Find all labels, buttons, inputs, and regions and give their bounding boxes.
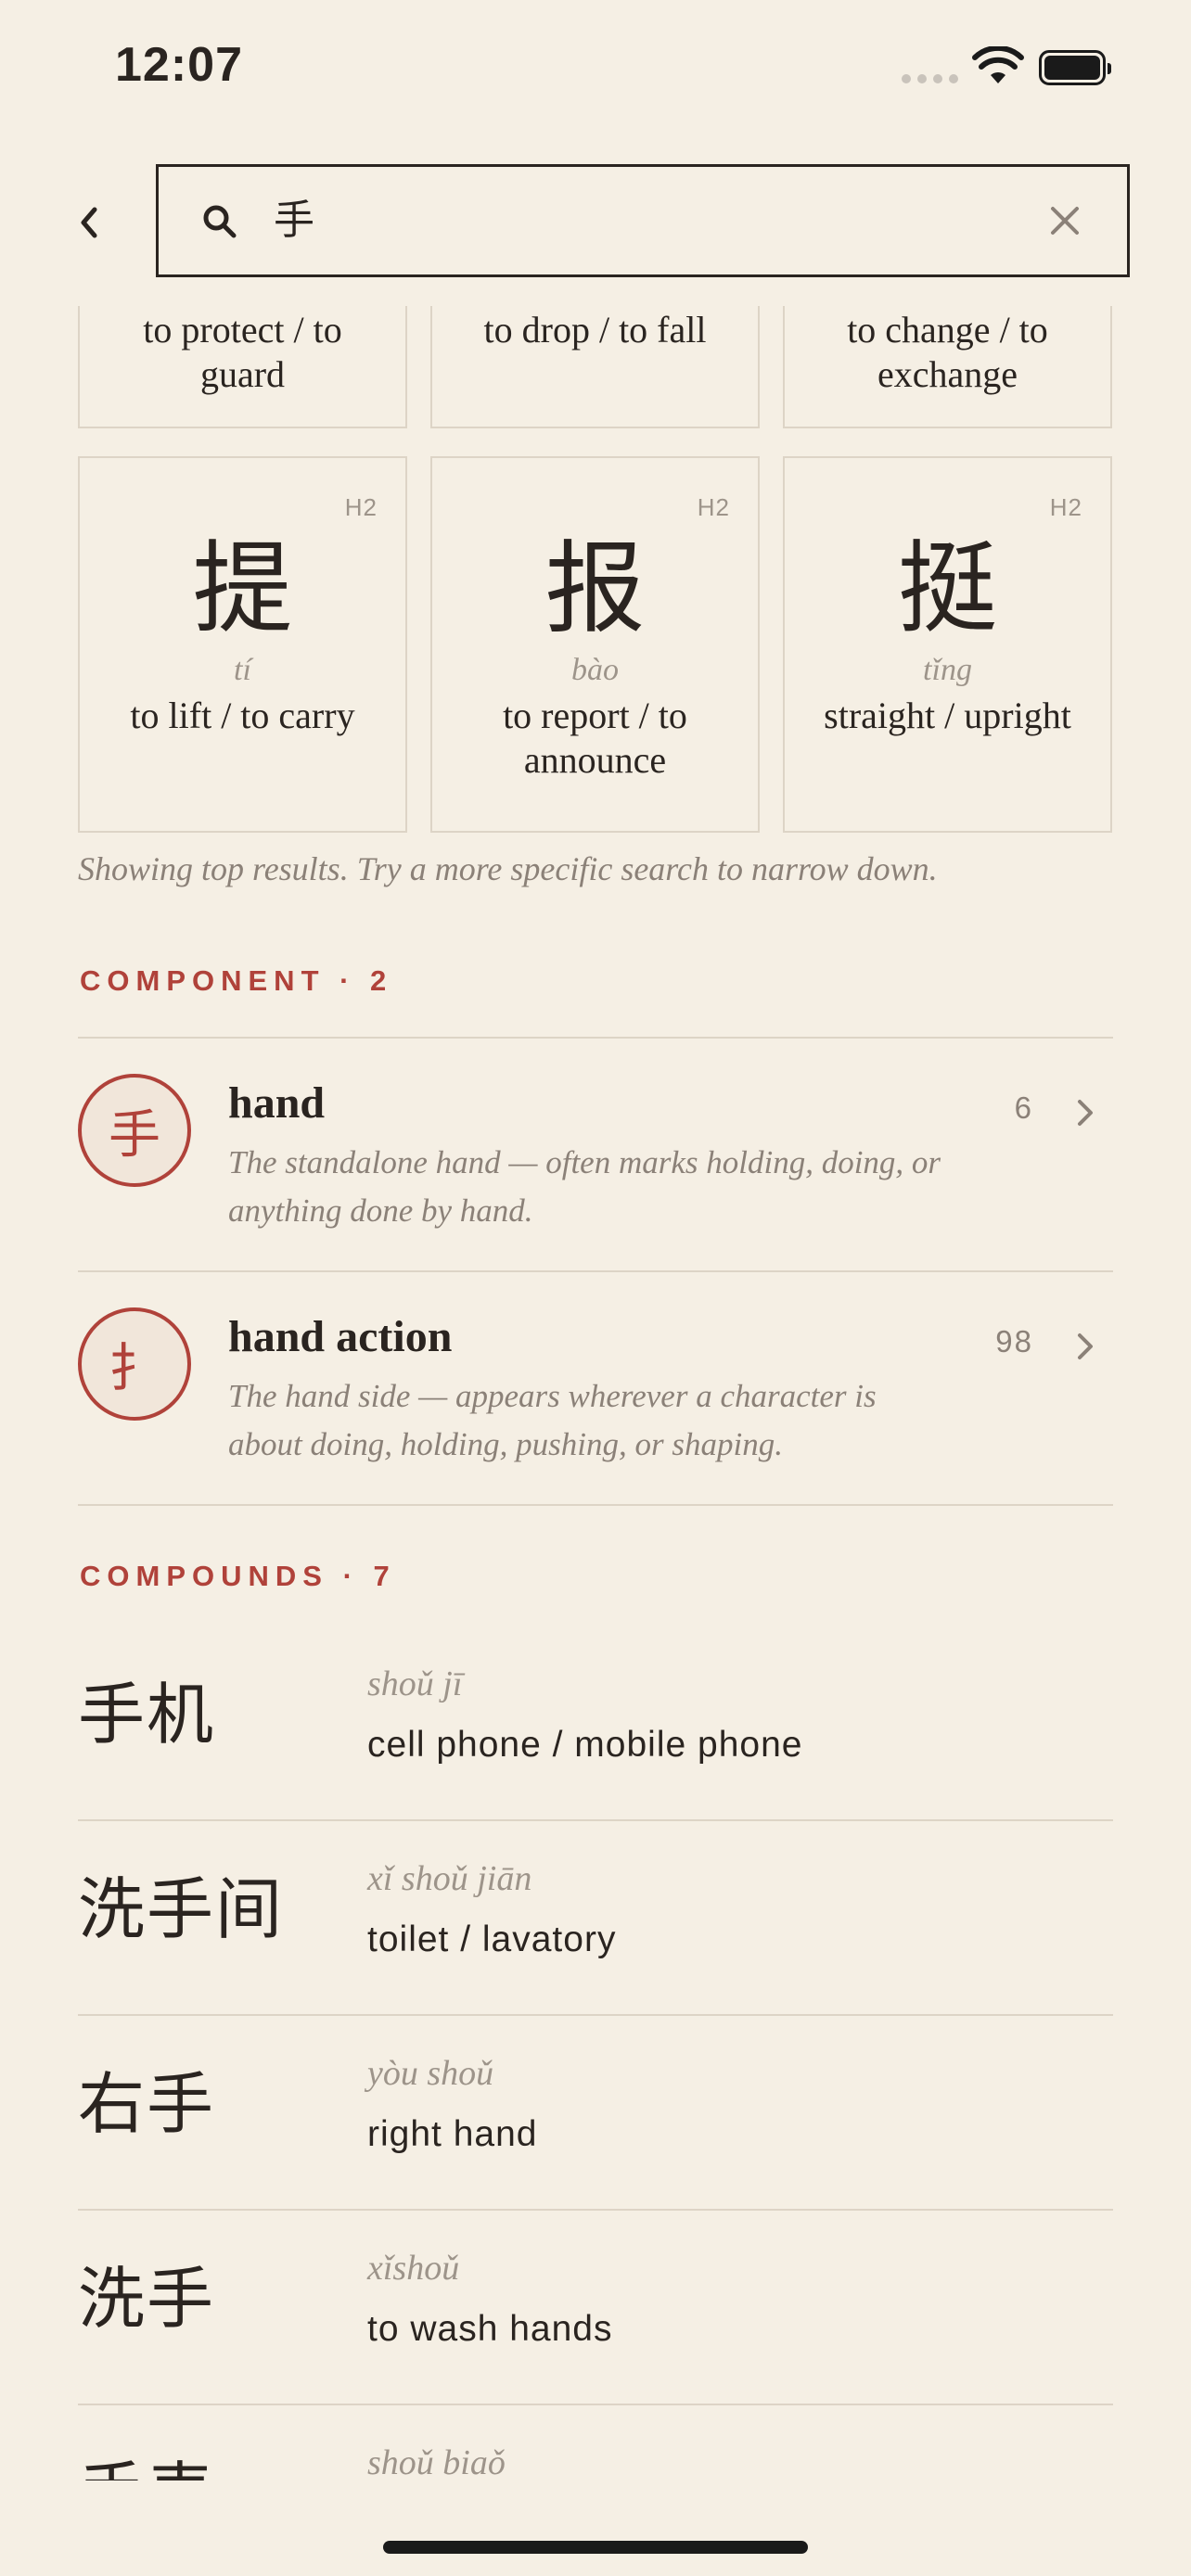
component-name: hand <box>228 1078 326 1128</box>
tile-pinyin: tí <box>234 653 251 687</box>
status-bar: 12:07 <box>0 0 1191 139</box>
compound-row[interactable]: 洗手间 xǐ shoǔ jiān toilet / lavatory <box>78 1819 1113 2014</box>
component-row[interactable]: 手 hand The standalone hand — often marks… <box>78 1039 1113 1270</box>
compound-gloss: toilet / lavatory <box>367 1919 617 1959</box>
compound-pinyin: xǐ shoǔ jiān <box>367 1859 532 1898</box>
character-tile[interactable]: to drop / to fall <box>430 306 760 428</box>
character-tile[interactable]: H2 挺 tǐng straight / upright <box>783 456 1112 833</box>
cellular-signal-icon <box>902 74 958 83</box>
compound-hanzi: 手表 <box>78 2439 215 2480</box>
compound-hanzi: 洗手 <box>78 2260 216 2338</box>
hsk-level-badge: H2 <box>1049 493 1082 521</box>
character-tile[interactable]: to protect / to guard <box>78 306 407 428</box>
component-description: The standalone hand — often marks holdin… <box>228 1144 941 1229</box>
component-count: 6 <box>1014 1090 1033 1125</box>
component-count: 98 <box>995 1324 1033 1358</box>
compound-pinyin: xǐshoǔ <box>367 2249 460 2288</box>
compound-hanzi: 右手 <box>78 2065 216 2143</box>
back-chevron-icon[interactable] <box>70 195 108 250</box>
results-list[interactable]: to protect / to guard to drop / to fall … <box>0 306 1191 2480</box>
component-glyph-badge: 扌 <box>78 1307 191 1421</box>
home-indicator[interactable] <box>383 2541 808 2554</box>
tile-gloss: to drop / to fall <box>483 309 707 351</box>
component-section-label: COMPONENT · 2 <box>80 964 393 997</box>
tile-pinyin: tǐng <box>923 653 972 687</box>
compound-gloss: right hand <box>367 2114 538 2154</box>
compound-pinyin: shoǔ biaǒ <box>367 2443 506 2480</box>
tile-hanzi: 挺 <box>897 531 998 647</box>
component-description: The hand side — appears wherever a chara… <box>228 1378 877 1462</box>
search-field[interactable]: 手 <box>156 164 1130 277</box>
tile-gloss: to lift / to carry <box>130 695 355 736</box>
compound-row[interactable]: 手表 shoǔ biaǒ <box>78 2404 1113 2480</box>
search-icon <box>203 205 237 238</box>
component-glyph-badge: 手 <box>78 1074 191 1187</box>
component-name: hand action <box>228 1312 453 1361</box>
hsk-level-badge: H2 <box>697 493 730 521</box>
compound-row[interactable]: 右手 yòu shoǔ right hand <box>78 2014 1113 2209</box>
compounds-section-label: COMPOUNDS · 7 <box>80 1560 396 1592</box>
tile-gloss: to change / to exchange <box>847 309 1048 395</box>
tile-gloss: to protect / to guard <box>143 309 342 395</box>
wifi-icon <box>972 46 1024 83</box>
battery-icon <box>1039 50 1111 85</box>
chevron-right-icon <box>1078 1100 1093 1126</box>
character-tile[interactable]: to change / to exchange <box>783 306 1112 428</box>
status-time: 12:07 <box>115 38 243 92</box>
compound-row[interactable]: 洗手 xǐshoǔ to wash hands <box>78 2209 1113 2404</box>
tile-hanzi: 报 <box>544 531 646 647</box>
compound-pinyin: yòu shoǔ <box>367 2054 494 2093</box>
chevron-right-icon <box>1078 1333 1093 1359</box>
compound-hanzi: 洗手间 <box>78 1870 285 1948</box>
character-tile[interactable]: H2 提 tí to lift / to carry <box>78 456 407 833</box>
compound-gloss: cell phone / mobile phone <box>367 1725 803 1765</box>
character-tile[interactable]: H2 报 bào to report / to announce <box>430 456 760 833</box>
compound-hanzi: 手机 <box>78 1676 216 1753</box>
compound-gloss: to wash hands <box>367 2309 613 2349</box>
tile-pinyin: bào <box>571 653 619 687</box>
tile-gloss: straight / upright <box>824 695 1071 736</box>
results-hint: Showing top results. Try a more specific… <box>78 850 938 887</box>
close-icon[interactable] <box>1049 205 1081 236</box>
divider <box>78 1504 1113 1506</box>
tile-gloss: to report / to announce <box>503 695 687 781</box>
compound-row[interactable]: 手机 shoǔ jī cell phone / mobile phone <box>78 1625 1113 1819</box>
search-input[interactable]: 手 <box>274 167 314 274</box>
hsk-level-badge: H2 <box>344 493 378 521</box>
component-row[interactable]: 扌 hand action The hand side — appears wh… <box>78 1272 1113 1504</box>
tile-hanzi: 提 <box>192 531 293 647</box>
compound-pinyin: shoǔ jī <box>367 1664 463 1703</box>
